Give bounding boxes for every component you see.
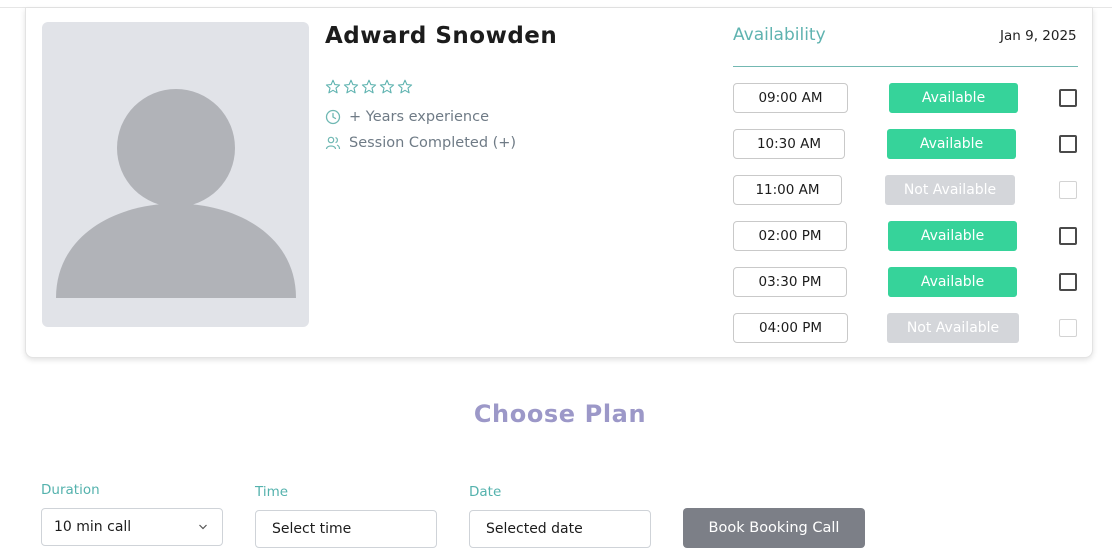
slot-time: 04:00 PM (733, 313, 848, 343)
time-input[interactable]: Select time (255, 510, 437, 548)
date-label: Date (469, 484, 502, 500)
availability-divider (733, 66, 1078, 67)
book-call-button[interactable]: Book Booking Call (683, 508, 865, 548)
slot-checkbox[interactable] (1059, 319, 1077, 337)
slot-checkbox[interactable] (1059, 89, 1077, 107)
star-outline-icon (325, 79, 341, 94)
experience-text: + Years experience (349, 109, 489, 125)
slot-time: 10:30 AM (733, 129, 845, 159)
slot-status-badge: Available (888, 221, 1017, 251)
slot-status-badge: Available (887, 129, 1016, 159)
slot-time: 02:00 PM (733, 221, 847, 251)
duration-label: Duration (41, 482, 100, 498)
slot-checkbox[interactable] (1059, 181, 1077, 199)
date-input[interactable]: Selected date (469, 510, 651, 548)
mentor-name: Adward Snowden (325, 23, 558, 49)
availability-title: Availability (733, 25, 826, 45)
star-outline-icon (397, 79, 413, 94)
slot-checkbox[interactable] (1059, 273, 1077, 291)
star-outline-icon (343, 79, 359, 94)
clock-icon (325, 109, 341, 125)
slot-checkbox[interactable] (1059, 227, 1077, 245)
slot-time: 11:00 AM (733, 175, 842, 205)
slot-checkbox[interactable] (1059, 135, 1077, 153)
duration-select[interactable]: 10 min call (41, 508, 223, 546)
slot-status-badge: Not Available (887, 313, 1019, 343)
avatar (42, 22, 309, 327)
date-placeholder: Selected date (486, 521, 583, 537)
availability-date: Jan 9, 2025 (1000, 28, 1077, 44)
chevron-down-icon (199, 524, 207, 530)
rating-stars (325, 79, 413, 95)
time-placeholder: Select time (272, 521, 352, 537)
sessions-row: Session Completed (+) (325, 135, 516, 151)
sessions-text: Session Completed (+) (349, 135, 517, 151)
experience-row: + Years experience (325, 109, 489, 125)
choose-plan-title: Choose Plan (473, 400, 647, 428)
star-outline-icon (379, 79, 395, 94)
avatar-placeholder-icon (56, 89, 296, 298)
users-icon (325, 136, 341, 150)
slot-time: 03:30 PM (733, 267, 847, 297)
duration-value: 10 min call (54, 519, 132, 535)
slot-status-badge: Available (889, 83, 1018, 113)
time-label: Time (255, 484, 289, 500)
slot-status-badge: Not Available (885, 175, 1015, 205)
mentor-profile-card: Adward Snowden + Years experience Sessio… (25, 8, 1093, 358)
slot-time: 09:00 AM (733, 83, 848, 113)
star-outline-icon (361, 79, 377, 94)
slot-status-badge: Available (888, 267, 1017, 297)
